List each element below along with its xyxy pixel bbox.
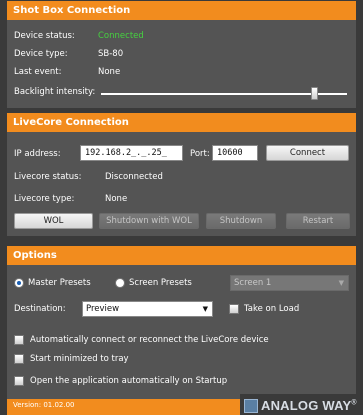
device-type-label: Device type:	[14, 49, 68, 59]
auto-connect-label: Automatically connect or reconnect the L…	[30, 335, 269, 345]
connect-button[interactable]: Connect	[266, 145, 349, 161]
device-status-value: Connected	[98, 31, 144, 41]
livecore-type-value: None	[105, 194, 128, 204]
open-on-startup-checkbox[interactable]	[14, 376, 24, 386]
ip-address-label: IP address:	[14, 149, 61, 159]
start-minimized-checkbox[interactable]	[14, 354, 24, 364]
options-header: Options	[7, 246, 356, 265]
last-event-label: Last event:	[14, 67, 62, 77]
take-on-load-label: Take on Load	[244, 304, 300, 314]
master-presets-label: Master Presets	[28, 278, 91, 288]
take-on-load-checkbox[interactable]	[229, 304, 239, 314]
chevron-down-icon: ▼	[338, 279, 344, 287]
livecore-status-value: Disconnected	[105, 172, 163, 182]
backlight-slider-thumb[interactable]	[311, 87, 319, 100]
shot-box-header: Shot Box Connection	[7, 1, 356, 20]
livecore-type-label: Livecore type:	[14, 194, 75, 204]
destination-label: Destination:	[14, 304, 66, 314]
destination-select[interactable]: Preview ▼	[82, 301, 213, 317]
port-input[interactable]: 10600	[212, 145, 258, 161]
device-type-value: SB-80	[98, 49, 124, 59]
destination-select-value: Preview	[86, 304, 120, 314]
brand-logo: ANALOG WAY®	[240, 394, 357, 415]
options-panel: Master Presets Screen Presets Screen 1 ▼…	[7, 265, 356, 399]
chevron-down-icon: ▼	[202, 305, 208, 313]
brand-name: ANALOG WAY®	[261, 398, 357, 413]
livecore-panel: IP address: 192.168.2_._.25_ Port: 10600…	[7, 132, 356, 236]
auto-connect-checkbox[interactable]	[14, 335, 24, 345]
livecore-header: LiveCore Connection	[7, 113, 356, 132]
version-label: Version: 01.02.00	[13, 401, 75, 409]
ip-address-input[interactable]: 192.168.2_._.25_	[80, 145, 183, 161]
master-presets-radio[interactable]	[14, 278, 24, 288]
port-label: Port:	[190, 149, 210, 159]
screen-select-value: Screen 1	[234, 278, 272, 288]
screen-select[interactable]: Screen 1 ▼	[230, 275, 349, 291]
shot-box-panel: Device status: Connected Device type: SB…	[7, 20, 356, 108]
screen-presets-radio[interactable]	[115, 278, 125, 288]
open-on-startup-label: Open the application automatically on St…	[30, 376, 228, 386]
backlight-label: Backlight intensity:	[14, 87, 96, 97]
shutdown-button[interactable]: Shutdown	[206, 213, 276, 229]
device-status-label: Device status:	[14, 31, 75, 41]
analog-way-logo-icon	[244, 399, 258, 413]
livecore-status-label: Livecore status:	[14, 172, 82, 182]
restart-button[interactable]: Restart	[286, 213, 350, 229]
shutdown-with-wol-button[interactable]: Shutdown with WOL	[99, 213, 199, 229]
backlight-slider-track[interactable]	[101, 93, 347, 95]
wol-button[interactable]: WOL	[14, 213, 93, 229]
screen-presets-label: Screen Presets	[129, 278, 192, 288]
start-minimized-label: Start minimized to tray	[30, 354, 129, 364]
footer-bar: Version: 01.02.00 ANALOG WAY®	[7, 394, 357, 415]
last-event-value: None	[98, 67, 121, 77]
